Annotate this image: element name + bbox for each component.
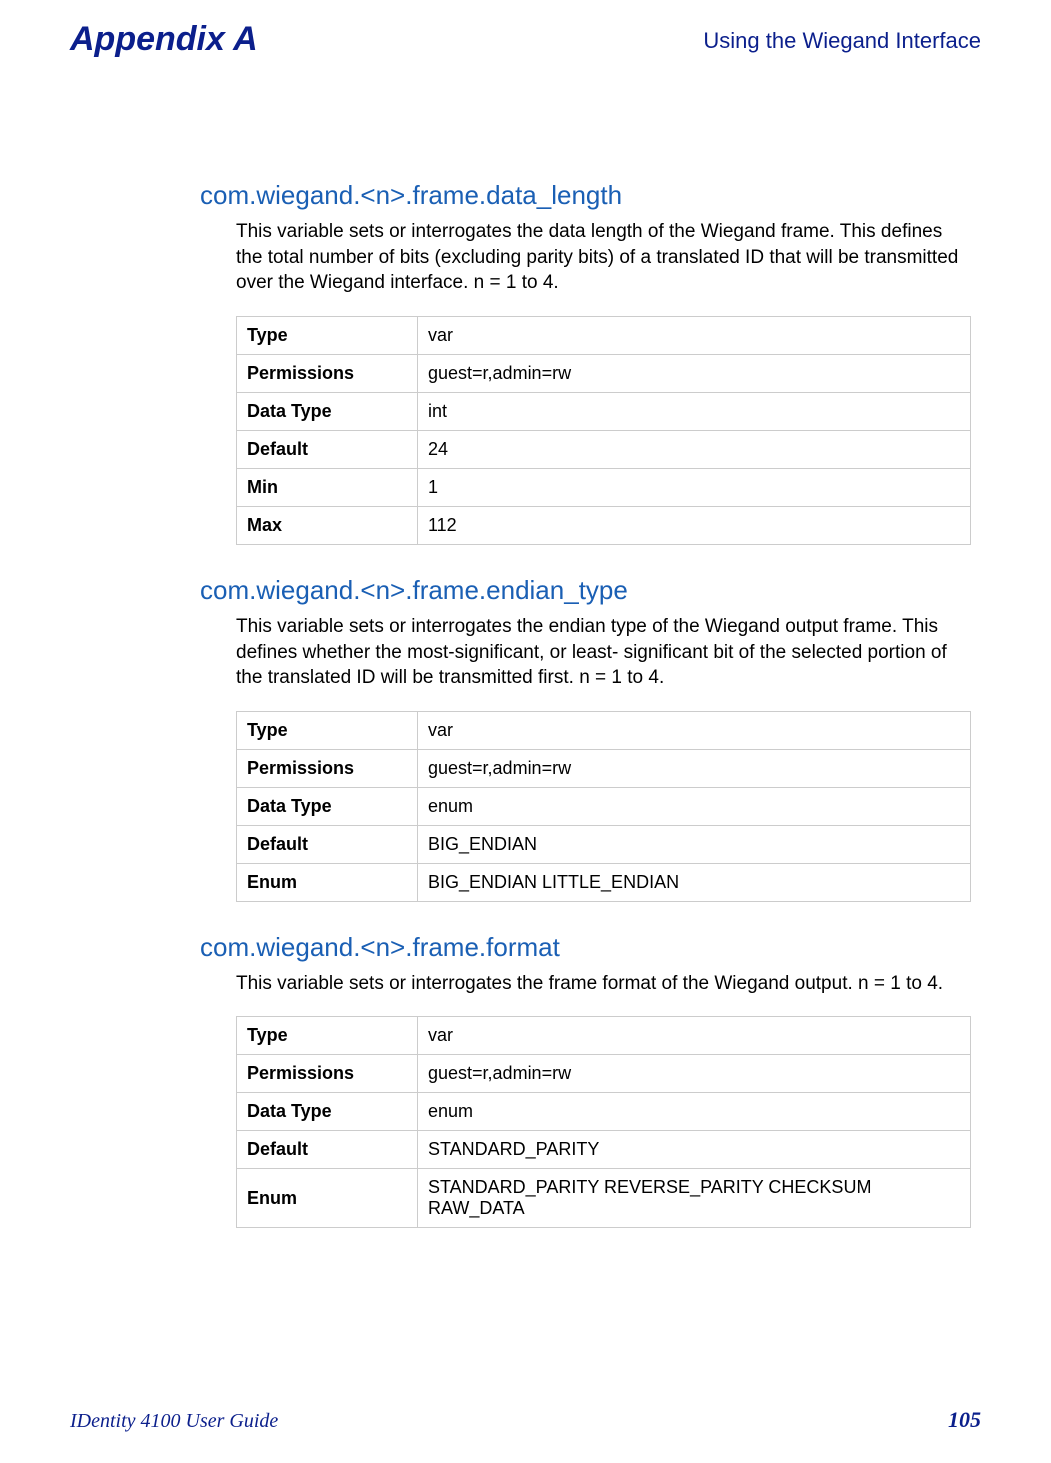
header-appendix: Appendix A bbox=[70, 20, 258, 59]
header-section: Using the Wiegand Interface bbox=[703, 28, 981, 54]
row-label: Permissions bbox=[237, 354, 418, 392]
row-label: Enum bbox=[237, 863, 418, 901]
footer-guide: IDentity 4100 User Guide bbox=[70, 1410, 278, 1433]
row-label: Type bbox=[237, 1017, 418, 1055]
spec-table-0: Typevar Permissionsguest=r,admin=rw Data… bbox=[236, 316, 971, 545]
row-value: enum bbox=[418, 787, 971, 825]
table-row: Typevar bbox=[237, 316, 971, 354]
row-label: Data Type bbox=[237, 392, 418, 430]
row-value: BIG_ENDIAN bbox=[418, 825, 971, 863]
section-desc-0: This variable sets or interrogates the d… bbox=[236, 219, 971, 296]
table-row: EnumSTANDARD_PARITY REVERSE_PARITY CHECK… bbox=[237, 1169, 971, 1228]
row-value: 112 bbox=[418, 506, 971, 544]
row-value: STANDARD_PARITY bbox=[418, 1131, 971, 1169]
row-value: var bbox=[418, 711, 971, 749]
spec-table-1: Typevar Permissionsguest=r,admin=rw Data… bbox=[236, 711, 971, 902]
row-label: Min bbox=[237, 468, 418, 506]
table-row: Max112 bbox=[237, 506, 971, 544]
row-label: Permissions bbox=[237, 749, 418, 787]
footer-page-number: 105 bbox=[948, 1407, 981, 1433]
row-value: 24 bbox=[418, 430, 971, 468]
table-row: Min1 bbox=[237, 468, 971, 506]
table-row: Permissionsguest=r,admin=rw bbox=[237, 354, 971, 392]
section-desc-1: This variable sets or interrogates the e… bbox=[236, 614, 971, 691]
section-title-0: com.wiegand.<n>.frame.data_length bbox=[200, 180, 971, 211]
row-label: Data Type bbox=[237, 1093, 418, 1131]
page: Appendix A Using the Wiegand Interface c… bbox=[0, 0, 1051, 1463]
table-row: Typevar bbox=[237, 1017, 971, 1055]
section-title-1: com.wiegand.<n>.frame.endian_type bbox=[200, 575, 971, 606]
row-label: Type bbox=[237, 711, 418, 749]
section-desc-2: This variable sets or interrogates the f… bbox=[236, 971, 971, 997]
row-value: guest=r,admin=rw bbox=[418, 354, 971, 392]
table-row: Permissionsguest=r,admin=rw bbox=[237, 1055, 971, 1093]
row-label: Enum bbox=[237, 1169, 418, 1228]
row-label: Max bbox=[237, 506, 418, 544]
table-row: Permissionsguest=r,admin=rw bbox=[237, 749, 971, 787]
row-value: STANDARD_PARITY REVERSE_PARITY CHECKSUM … bbox=[418, 1169, 971, 1228]
table-row: DefaultBIG_ENDIAN bbox=[237, 825, 971, 863]
table-row: Data Typeenum bbox=[237, 1093, 971, 1131]
row-value: int bbox=[418, 392, 971, 430]
row-value: BIG_ENDIAN LITTLE_ENDIAN bbox=[418, 863, 971, 901]
row-label: Default bbox=[237, 825, 418, 863]
row-label: Permissions bbox=[237, 1055, 418, 1093]
row-value: enum bbox=[418, 1093, 971, 1131]
section-title-2: com.wiegand.<n>.frame.format bbox=[200, 932, 971, 963]
row-value: var bbox=[418, 1017, 971, 1055]
table-row: EnumBIG_ENDIAN LITTLE_ENDIAN bbox=[237, 863, 971, 901]
row-value: guest=r,admin=rw bbox=[418, 1055, 971, 1093]
table-row: Data Typeint bbox=[237, 392, 971, 430]
table-row: Typevar bbox=[237, 711, 971, 749]
row-value: 1 bbox=[418, 468, 971, 506]
row-label: Default bbox=[237, 430, 418, 468]
row-label: Default bbox=[237, 1131, 418, 1169]
spec-table-2: Typevar Permissionsguest=r,admin=rw Data… bbox=[236, 1016, 971, 1228]
content-area: com.wiegand.<n>.frame.data_length This v… bbox=[200, 150, 971, 1238]
table-row: DefaultSTANDARD_PARITY bbox=[237, 1131, 971, 1169]
row-value: guest=r,admin=rw bbox=[418, 749, 971, 787]
row-value: var bbox=[418, 316, 971, 354]
row-label: Data Type bbox=[237, 787, 418, 825]
table-row: Data Typeenum bbox=[237, 787, 971, 825]
row-label: Type bbox=[237, 316, 418, 354]
table-row: Default24 bbox=[237, 430, 971, 468]
